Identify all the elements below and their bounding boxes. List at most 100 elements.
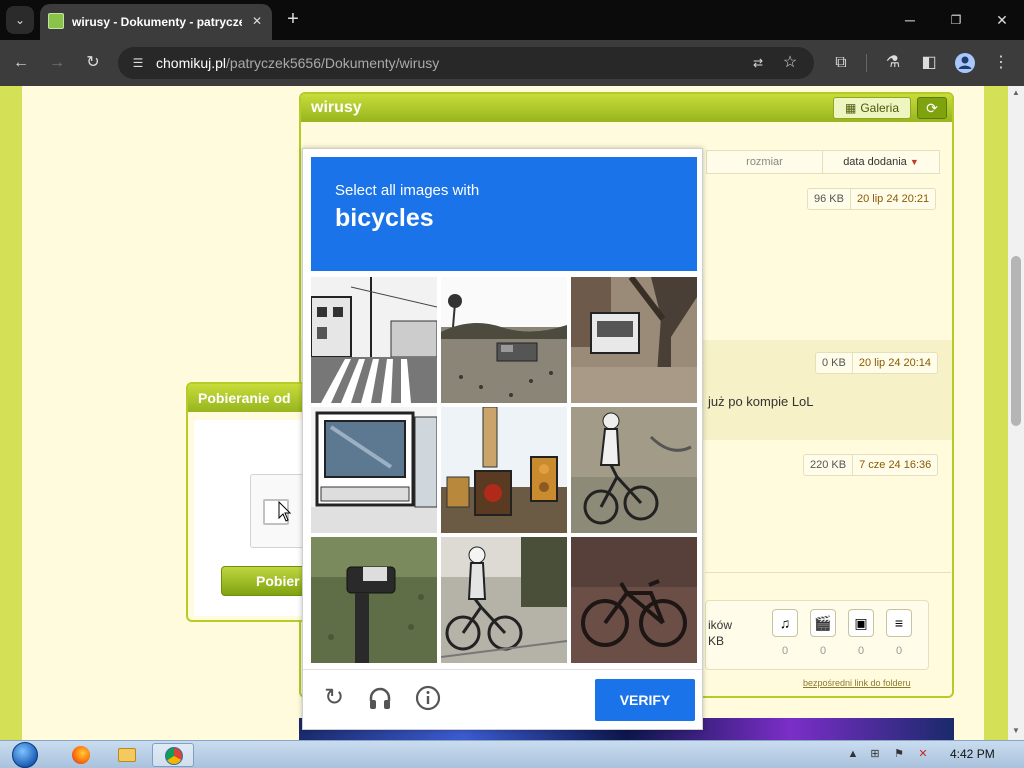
window-close-button[interactable]: ✕ — [982, 8, 1022, 32]
folder-stats: ików KB ♫ 0 🎬 0 ▣ 0 ≡ 0 — [705, 600, 929, 670]
audio-challenge-button[interactable] — [365, 683, 395, 713]
chrome-icon — [165, 747, 183, 765]
url-text[interactable]: chomikuj.pl/patryczek5656/Dokumenty/wiru… — [156, 54, 439, 72]
arrow-left-icon: ← — [13, 54, 29, 71]
side-panel-icon: ◧ — [921, 54, 937, 71]
side-panel-button[interactable]: ◧ — [916, 50, 942, 76]
tile-image-bus-front — [311, 407, 437, 533]
video-icon[interactable]: 🎬 — [810, 609, 836, 637]
music-count: 0 — [781, 645, 789, 657]
tab-search-button[interactable]: ⌄ — [6, 6, 34, 34]
galeria-label: Galeria — [860, 101, 900, 115]
tray-expand-icon[interactable]: ▲ — [846, 747, 860, 761]
tab-title: wirusy - Dokumenty - patryczek5656 - Cho… — [72, 15, 242, 29]
scroll-down-icon[interactable]: ▼ — [1011, 726, 1021, 736]
captcha-tile-2[interactable] — [441, 277, 567, 403]
windows-logo-icon — [12, 742, 38, 768]
sort-descending-icon: ▼ — [909, 157, 919, 167]
site-info-icon[interactable]: ☰ — [128, 53, 148, 73]
reload-challenge-button[interactable]: ↻ — [319, 683, 349, 713]
address-bar[interactable]: ☰ chomikuj.pl/patryczek5656/Dokumenty/wi… — [118, 47, 814, 79]
volume-muted-icon[interactable]: ✕ — [916, 747, 930, 761]
taskbar-firefox[interactable] — [60, 743, 100, 767]
action-center-flag-icon[interactable]: ⚑ — [892, 747, 906, 761]
refresh-icon: ⟳ — [926, 100, 938, 116]
url-path: /patryczek5656/Dokumenty/wirusy — [226, 55, 440, 71]
file-description: już po kompie LoL — [708, 394, 814, 409]
document-count: 0 — [895, 645, 903, 657]
captcha-tile-1[interactable] — [311, 277, 437, 403]
sort-by-date[interactable]: data dodania ▼ — [823, 151, 939, 173]
captcha-tile-9[interactable] — [571, 537, 697, 663]
challenge-header: Select all images with bicycles — [311, 157, 697, 271]
chomikuj-favicon-icon — [48, 13, 64, 29]
profile-button[interactable] — [952, 50, 978, 76]
tab-close-button[interactable]: ✕ — [248, 12, 266, 30]
music-icon[interactable]: ♫ — [772, 609, 798, 637]
browser-menu-button[interactable]: ⋮ — [988, 50, 1014, 76]
challenge-target: bicycles — [335, 204, 434, 232]
stats-size-label: KB — [708, 634, 725, 648]
back-button[interactable]: ← — [8, 50, 34, 76]
flask-icon: ⚗ — [885, 54, 901, 71]
labs-button[interactable]: ⚗ — [880, 50, 906, 76]
translate-icon[interactable]: ⇄ — [748, 53, 768, 73]
help-button[interactable] — [413, 683, 443, 713]
captcha-tile-6[interactable] — [571, 407, 697, 533]
window-minimize-button[interactable]: ─ — [890, 8, 930, 32]
sort-bar: rozmiar data dodania ▼ — [706, 150, 940, 174]
file-meta-3: 220 KB 7 cze 24 16:36 — [803, 454, 939, 476]
file-meta-2: 0 KB 20 lip 24 20:14 — [815, 352, 939, 374]
start-button[interactable] — [6, 741, 44, 768]
puzzle-icon: ⧉ — [835, 54, 847, 71]
captcha-tile-8[interactable] — [441, 537, 567, 663]
galeria-button[interactable]: ▦ Galeria — [833, 97, 911, 119]
tile-image-cyclist-sand — [571, 407, 697, 533]
forward-button[interactable]: → — [44, 50, 70, 76]
reload-button[interactable]: ↻ — [80, 50, 106, 76]
document-icon[interactable]: ≡ — [886, 609, 912, 637]
captcha-tile-4[interactable] — [311, 407, 437, 533]
tile-image-mailbox — [311, 537, 437, 663]
taskbar-chrome[interactable] — [152, 743, 194, 767]
file-size: 0 KB — [816, 353, 853, 373]
new-tab-button[interactable]: + — [282, 8, 304, 30]
captcha-tile-7[interactable] — [311, 537, 437, 663]
tile-image-parked-bicycle — [571, 537, 697, 663]
windows-taskbar: ▲ ⊞ ⚑ ✕ 4:42 PM — [0, 740, 1024, 768]
download-button[interactable]: Pobier — [221, 566, 307, 596]
refresh-folder-button[interactable]: ⟳ — [917, 97, 947, 119]
captcha-tile-3[interactable] — [571, 277, 697, 403]
clock[interactable]: 4:42 PM — [950, 747, 995, 761]
tile-image-parking-lot — [441, 277, 567, 403]
verify-button[interactable]: VERIFY — [595, 679, 695, 721]
video-count: 0 — [819, 645, 827, 657]
captcha-tile-5[interactable] — [441, 407, 567, 533]
network-icon[interactable]: ⊞ — [868, 747, 882, 761]
browser-tab-active[interactable]: wirusy - Dokumenty - patryczek5656 - Cho… — [40, 4, 272, 40]
file-date: 20 lip 24 20:21 — [856, 193, 930, 205]
page-scrollbar[interactable]: ▲ ▼ — [1008, 86, 1024, 740]
headphones-icon — [369, 687, 391, 709]
image-icon[interactable]: ▣ — [848, 609, 874, 637]
window-restore-button[interactable]: ❐ — [936, 8, 976, 32]
section-divider — [705, 572, 951, 573]
challenge-divider — [303, 669, 702, 670]
taskbar-file-explorer[interactable] — [106, 743, 146, 767]
grid-icon: ▦ — [844, 101, 857, 115]
scroll-up-icon[interactable]: ▲ — [1011, 88, 1021, 98]
recaptcha-challenge: Select all images with bicycles ↻ VERIFY — [302, 148, 703, 730]
challenge-instruction: Select all images with — [335, 182, 480, 199]
tab-strip: ⌄ wirusy - Dokumenty - patryczek5656 - C… — [0, 0, 1024, 40]
extensions-button[interactable]: ⧉ — [828, 50, 854, 76]
reload-icon: ↻ — [323, 684, 345, 711]
bookmark-star-icon[interactable]: ☆ — [780, 52, 800, 74]
file-date: 20 lip 24 20:14 — [858, 357, 932, 369]
firefox-icon — [72, 746, 90, 764]
toolbar-divider — [866, 54, 867, 72]
sort-by-size[interactable]: rozmiar — [707, 151, 823, 173]
file-size: 220 KB — [804, 455, 854, 475]
direct-folder-link[interactable]: bezpośredni link do folderu — [803, 678, 911, 688]
scrollbar-thumb[interactable] — [1011, 256, 1021, 426]
reload-icon: ↻ — [86, 54, 100, 71]
